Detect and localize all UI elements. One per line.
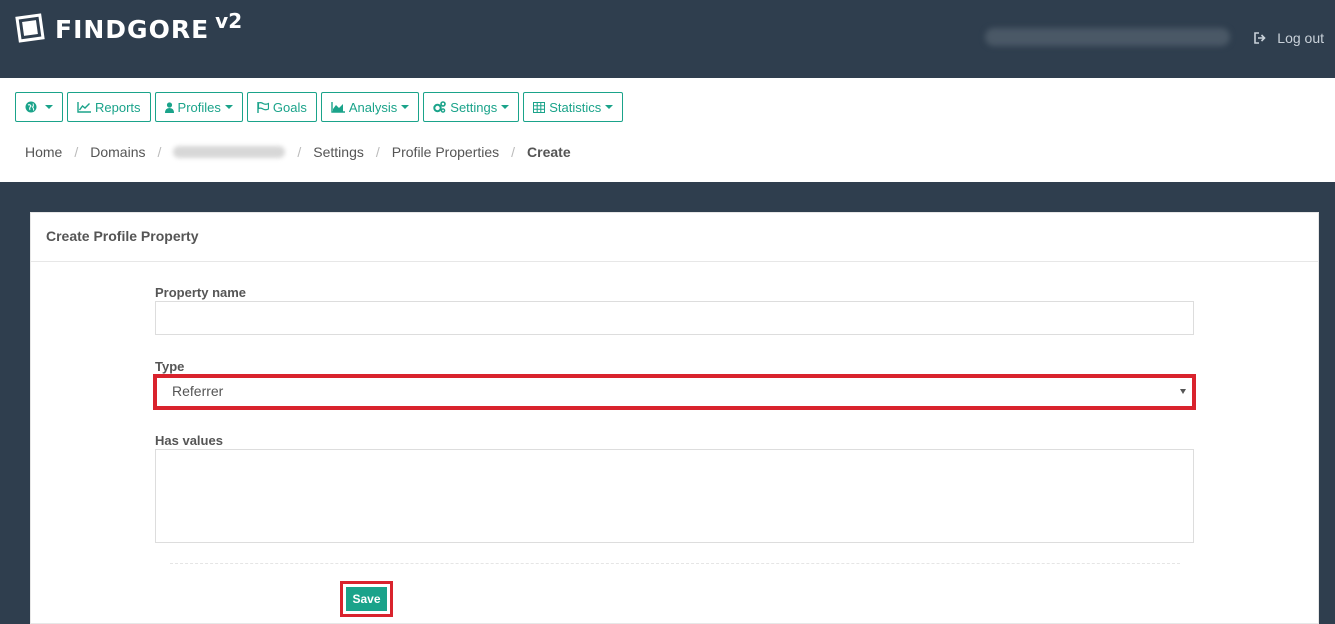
user-icon (164, 101, 174, 113)
chevron-down-icon (605, 105, 614, 109)
goals-label: Goals (272, 99, 307, 115)
app-logo[interactable]: FINDGORE v2 (15, 9, 243, 44)
card-title: Create Profile Property (31, 213, 1318, 262)
chevron-down-icon (501, 105, 510, 109)
breadcrumb-domains[interactable]: Domains (90, 144, 145, 160)
logout-icon (1254, 32, 1266, 44)
has-values-label: Has values (155, 433, 223, 448)
reports-label: Reports (95, 99, 141, 115)
user-email-redacted (985, 28, 1230, 46)
property-name-label: Property name (155, 285, 247, 300)
form-divider (170, 563, 1180, 564)
top-header: FINDGORE v2 Log out (0, 0, 1335, 78)
nav-panel: Reports Profiles Goals Analysis Settings… (0, 78, 1335, 182)
breadcrumb-profile-properties[interactable]: Profile Properties (392, 144, 499, 160)
logout-label: Log out (1277, 30, 1324, 46)
breadcrumb: Home / Domains / / Settings / Profile Pr… (25, 144, 571, 160)
profiles-label: Profiles (177, 99, 221, 115)
goals-button[interactable]: Goals (246, 92, 317, 122)
breadcrumb-separator: / (74, 144, 79, 160)
app-version: v2 (215, 9, 243, 33)
settings-dropdown-button[interactable]: Settings (423, 92, 520, 122)
save-highlight: Save (340, 581, 393, 617)
analysis-dropdown-button[interactable]: Analysis (320, 92, 420, 122)
property-name-input[interactable] (155, 301, 1194, 335)
breadcrumb-separator: / (375, 144, 380, 160)
profiles-dropdown-button[interactable]: Profiles (154, 92, 243, 122)
logo-icon (15, 13, 45, 43)
analysis-label: Analysis (348, 99, 398, 115)
breadcrumb-home[interactable]: Home (25, 144, 62, 160)
breadcrumb-separator: / (157, 144, 162, 160)
dropdown-arrow-icon (1180, 389, 1186, 394)
type-selected-value: Referrer (172, 383, 224, 399)
table-icon (533, 101, 546, 113)
statistics-dropdown-button[interactable]: Statistics (523, 92, 624, 122)
chevron-down-icon (224, 105, 233, 109)
statistics-label: Statistics (549, 99, 602, 115)
breadcrumb-settings[interactable]: Settings (313, 144, 364, 160)
area-chart-icon (331, 101, 345, 113)
logout-link[interactable]: Log out (1254, 30, 1324, 46)
breadcrumb-separator: / (297, 144, 302, 160)
flag-icon (257, 101, 269, 113)
type-label: Type (155, 359, 185, 374)
app-name: FINDGORE (55, 15, 210, 44)
settings-label: Settings (450, 99, 498, 115)
create-property-card: Create Profile Property Property name Ty… (30, 212, 1319, 624)
has-values-textarea[interactable] (155, 449, 1194, 543)
type-select[interactable]: Referrer (153, 374, 1196, 410)
breadcrumb-domain-redacted[interactable] (173, 146, 286, 158)
breadcrumb-current: Create (527, 144, 571, 160)
globe-icon (25, 101, 37, 113)
save-button[interactable]: Save (346, 587, 387, 611)
breadcrumb-separator: / (511, 144, 516, 160)
nav-toolbar: Reports Profiles Goals Analysis Settings… (15, 92, 624, 122)
reports-button[interactable]: Reports (67, 92, 151, 122)
line-chart-icon (77, 101, 91, 113)
chevron-down-icon (45, 105, 53, 109)
globe-dropdown-button[interactable] (15, 92, 63, 122)
gears-icon (433, 101, 447, 113)
chevron-down-icon (401, 105, 410, 109)
